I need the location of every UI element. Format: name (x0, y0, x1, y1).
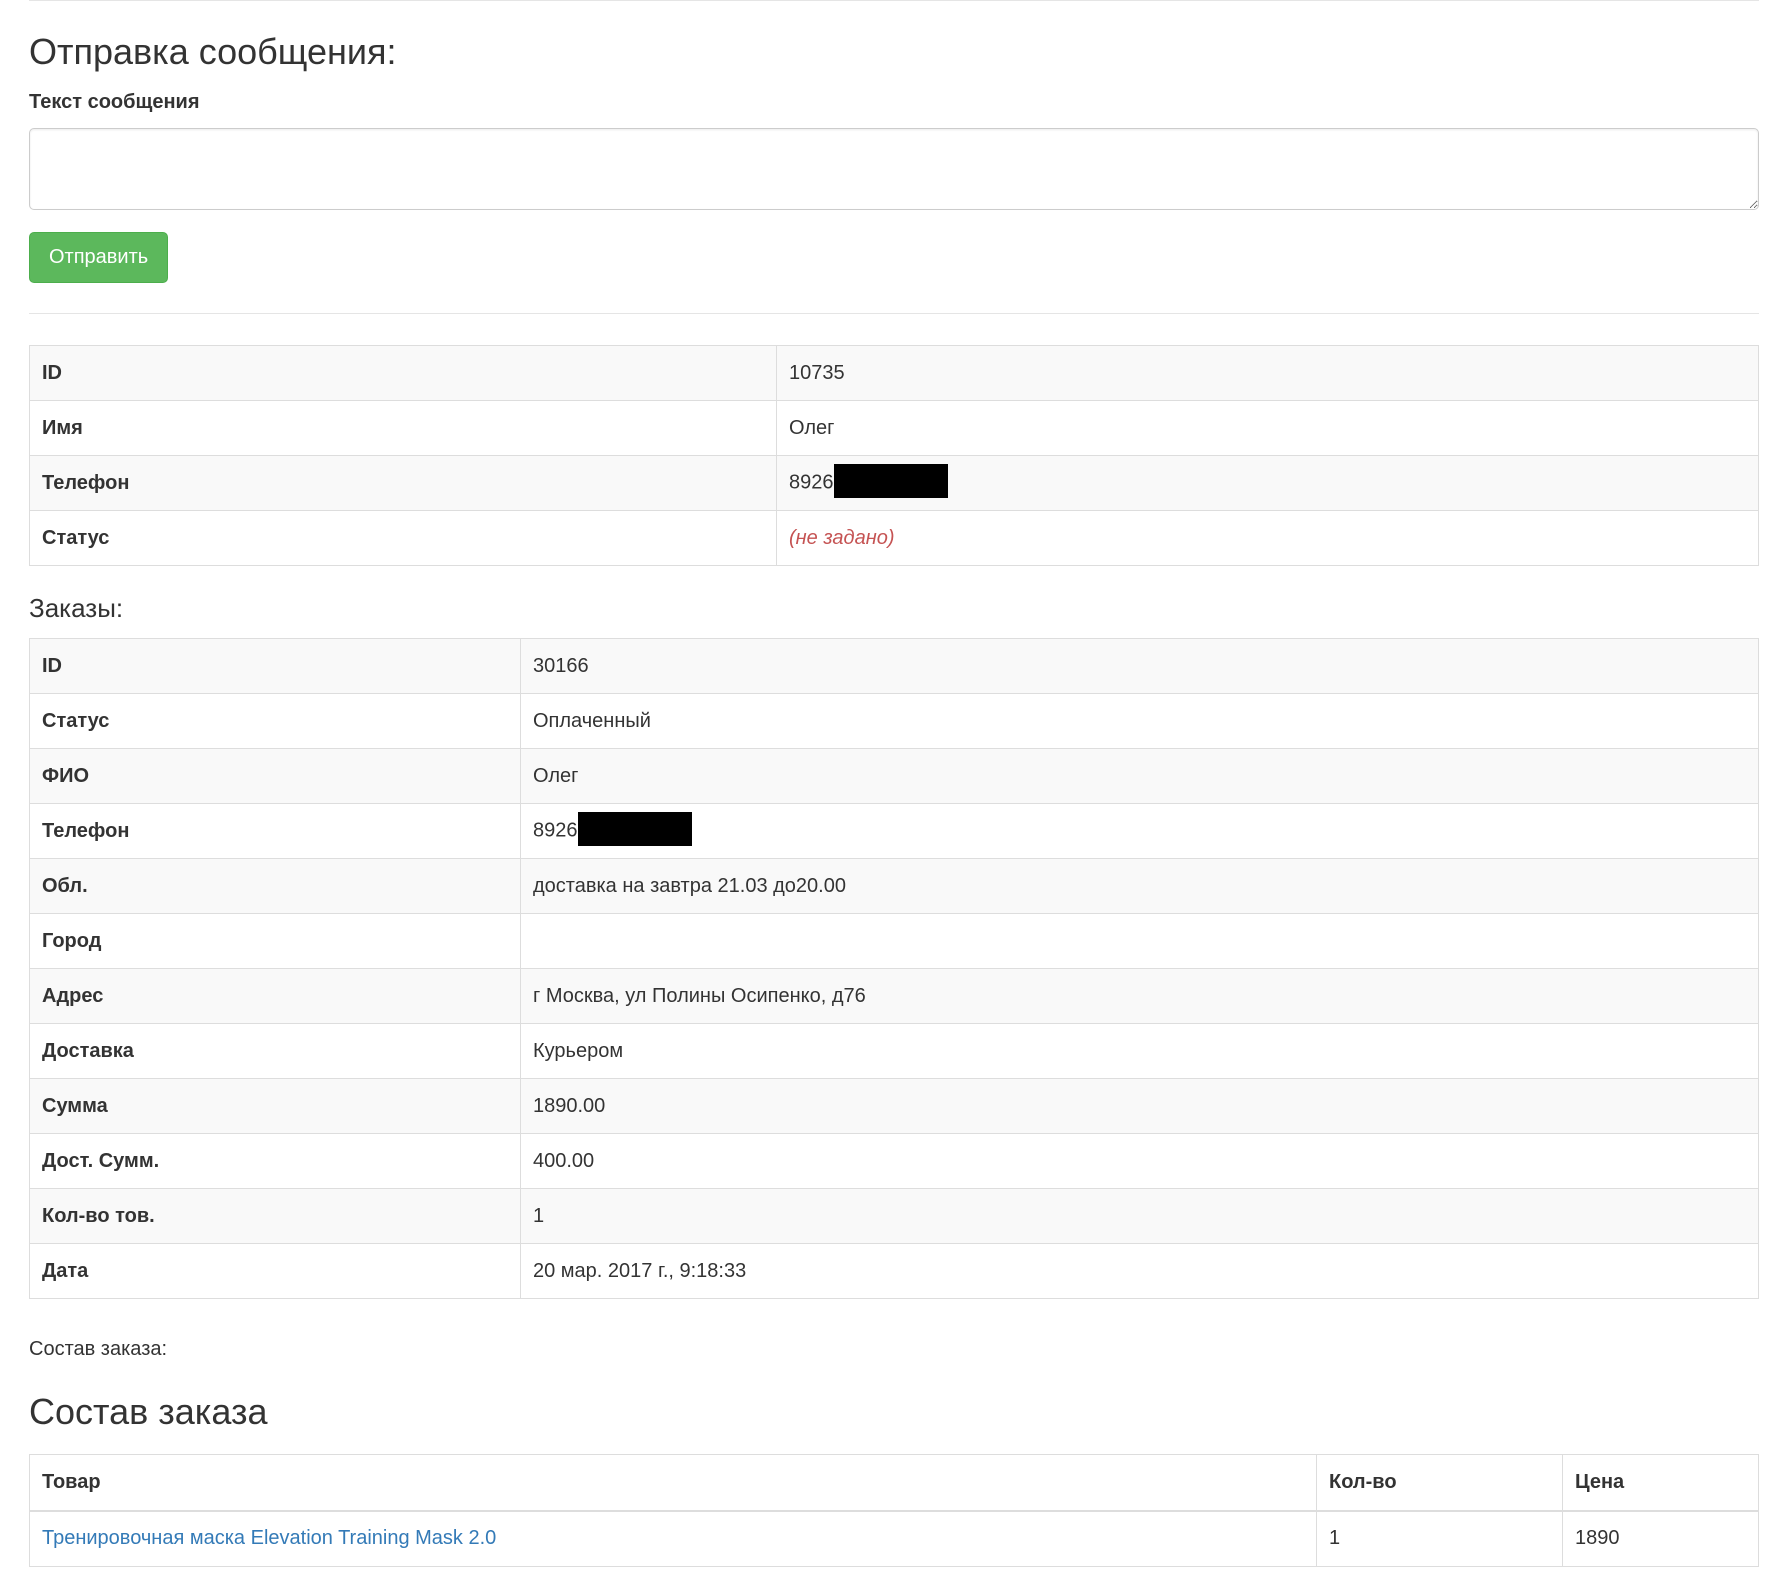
orders-heading: Заказы: (29, 593, 124, 623)
row-key: Доставка (29, 1023, 521, 1079)
order-row-delivery-sum: Дост. Сумм. 400.00 (29, 1133, 1759, 1189)
phone-prefix: 8926 (789, 471, 834, 494)
send-message-title: Отправка сообщения: (29, 31, 397, 72)
row-key: Телефон (29, 803, 521, 859)
column-header-qty: Кол-во (1316, 1454, 1563, 1512)
row-key: Имя (29, 400, 777, 456)
row-key: Сумма (29, 1078, 521, 1134)
order-row-phone: Телефон 8926 (29, 803, 1759, 859)
order-row-sum: Сумма 1890.00 (29, 1078, 1759, 1134)
redaction-block (577, 812, 692, 846)
qty-cell: 1 (1316, 1510, 1563, 1567)
order-details-table: ID 30166 Статус Оплаченный ФИО Олег Теле… (29, 638, 1759, 1299)
row-value (520, 913, 1759, 969)
user-row-name: Имя Олег (29, 400, 1759, 456)
row-key: Дата (29, 1243, 521, 1299)
row-value: 400.00 (520, 1133, 1759, 1189)
section-divider (29, 313, 1759, 314)
row-value: Олег (776, 400, 1759, 456)
row-value: 1 (520, 1188, 1759, 1244)
composition-caption: Состав заказа: (29, 1338, 168, 1360)
order-row-id: ID 30166 (29, 638, 1759, 694)
order-row-city: Город (29, 913, 1759, 969)
row-value: Оплаченный (520, 693, 1759, 749)
row-key: Статус (29, 693, 521, 749)
user-details-table: ID 10735 Имя Олег Телефон 8926 Статус (н… (29, 345, 1759, 566)
row-key: Телефон (29, 455, 777, 511)
product-cell: Тренировочная маска Elevation Training M… (29, 1510, 1317, 1567)
composition-title: Состав заказа (29, 1391, 268, 1432)
order-row-status: Статус Оплаченный (29, 693, 1759, 749)
row-value: 20 мар. 2017 г., 9:18:33 (520, 1243, 1759, 1299)
user-row-phone: Телефон 8926 (29, 455, 1759, 511)
row-value: 8926 (520, 803, 1759, 859)
row-key: Адрес (29, 968, 521, 1024)
row-value: 1890.00 (520, 1078, 1759, 1134)
row-key: ID (29, 638, 521, 694)
top-divider (29, 0, 1759, 1)
row-value: г Москва, ул Полины Осипенко, д76 (520, 968, 1759, 1024)
row-key: Город (29, 913, 521, 969)
page-content: Отправка сообщения: Текст сообщения Отпр… (29, 0, 1759, 1567)
order-row-region: Обл. доставка на завтра 21.03 до20.00 (29, 858, 1759, 914)
order-row-fullname: ФИО Олег (29, 748, 1759, 804)
user-row-status: Статус (не задано) (29, 510, 1759, 566)
row-value: Курьером (520, 1023, 1759, 1079)
row-key: ID (29, 345, 777, 401)
row-value: 10735 (776, 345, 1759, 401)
order-row-address: Адрес г Москва, ул Полины Осипенко, д76 (29, 968, 1759, 1024)
redaction-block (833, 464, 948, 498)
phone-prefix: 8926 (533, 819, 578, 842)
message-text-input[interactable] (29, 128, 1759, 210)
table-row: Тренировочная маска Elevation Training M… (29, 1510, 1759, 1567)
not-set-value: (не задано) (789, 527, 895, 549)
message-text-label: Текст сообщения (29, 91, 200, 113)
row-value: 30166 (520, 638, 1759, 694)
items-header-row: Товар Кол-во Цена (29, 1454, 1759, 1512)
column-header-price: Цена (1562, 1454, 1759, 1512)
user-row-id: ID 10735 (29, 345, 1759, 401)
row-value: 8926 (776, 455, 1759, 511)
product-link[interactable]: Тренировочная маска Elevation Training M… (42, 1527, 496, 1549)
order-items-table: Товар Кол-во Цена Тренировочная маска El… (29, 1454, 1759, 1567)
price-cell: 1890 (1562, 1510, 1759, 1567)
row-value: Олег (520, 748, 1759, 804)
order-row-delivery: Доставка Курьером (29, 1023, 1759, 1079)
row-value: доставка на завтра 21.03 до20.00 (520, 858, 1759, 914)
row-key: Кол-во тов. (29, 1188, 521, 1244)
order-row-item-count: Кол-во тов. 1 (29, 1188, 1759, 1244)
column-header-product: Товар (29, 1454, 1317, 1512)
row-key: Обл. (29, 858, 521, 914)
row-key: ФИО (29, 748, 521, 804)
send-button[interactable]: Отправить (29, 232, 169, 283)
order-row-date: Дата 20 мар. 2017 г., 9:18:33 (29, 1243, 1759, 1299)
row-key: Дост. Сумм. (29, 1133, 521, 1189)
row-value: (не задано) (776, 510, 1759, 566)
row-key: Статус (29, 510, 777, 566)
